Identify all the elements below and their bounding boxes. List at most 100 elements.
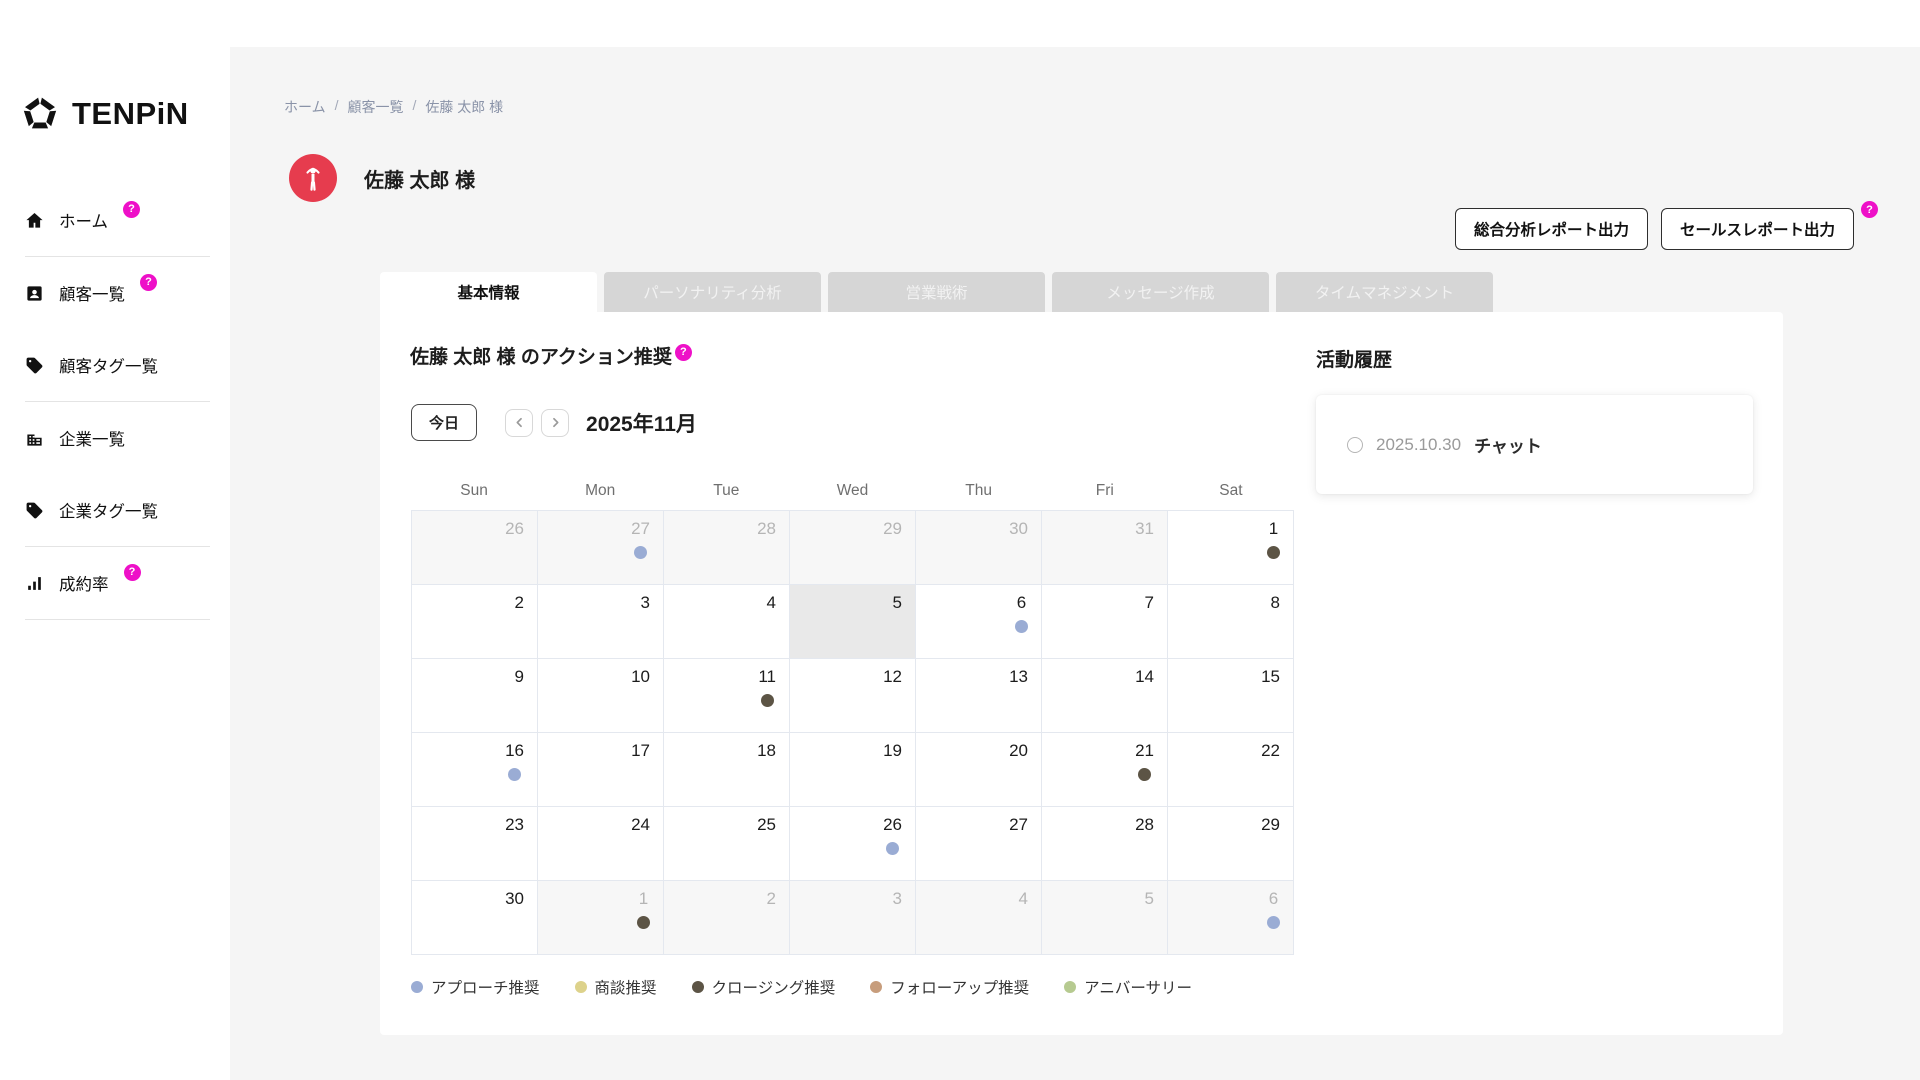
tag-icon bbox=[25, 356, 44, 375]
calendar-day-cell[interactable]: 2 bbox=[412, 585, 538, 659]
activity-list-item[interactable]: 2025.10.30チャット bbox=[1347, 432, 1729, 457]
calendar-day-cell[interactable]: 28 bbox=[1042, 807, 1168, 881]
calendar-day-cell[interactable]: 19 bbox=[790, 733, 916, 807]
brand-logo[interactable]: TENPiN bbox=[18, 92, 230, 136]
calendar-day-cell[interactable]: 8 bbox=[1168, 585, 1294, 659]
calendar-day-cell[interactable]: 15 bbox=[1168, 659, 1294, 733]
calendar-day-cell[interactable]: 26 bbox=[412, 511, 538, 585]
tab-パーソナリティ分析[interactable]: パーソナリティ分析 bbox=[604, 272, 821, 312]
calendar-day-cell[interactable]: 21 bbox=[1042, 733, 1168, 807]
help-badge-icon[interactable]: ? bbox=[1861, 201, 1878, 218]
day-content: 10 bbox=[631, 666, 650, 688]
calendar-day-cell[interactable]: 23 bbox=[412, 807, 538, 881]
day-number: 16 bbox=[505, 740, 524, 762]
report-export-button[interactable]: セールスレポート出力 bbox=[1661, 208, 1854, 250]
calendar-day-cell[interactable]: 30 bbox=[412, 881, 538, 955]
help-badge-icon[interactable]: ? bbox=[124, 564, 141, 581]
sidebar-item-bar-chart[interactable]: 成約率? bbox=[0, 547, 230, 619]
today-button[interactable]: 今日 bbox=[411, 404, 477, 441]
day-content: 18 bbox=[757, 740, 776, 762]
day-content: 3 bbox=[641, 592, 650, 614]
sidebar-item-id-card[interactable]: 顧客一覧? bbox=[0, 257, 230, 329]
chevron-left-icon bbox=[512, 415, 527, 430]
calendar-day-cell[interactable]: 7 bbox=[1042, 585, 1168, 659]
calendar-day-cell[interactable]: 27 bbox=[538, 511, 664, 585]
calendar-day-cell[interactable]: 6 bbox=[916, 585, 1042, 659]
weekday-label: Sun bbox=[411, 482, 537, 500]
calendar-day-cell[interactable]: 4 bbox=[916, 881, 1042, 955]
day-content: 3 bbox=[893, 888, 902, 910]
sidebar-item-home[interactable]: ホーム? bbox=[0, 184, 230, 256]
calendar-day-cell[interactable]: 3 bbox=[790, 881, 916, 955]
legend-item-anniversary: アニバーサリー bbox=[1064, 976, 1192, 998]
calendar-day-cell[interactable]: 5 bbox=[1042, 881, 1168, 955]
calendar-day-cell[interactable]: 30 bbox=[916, 511, 1042, 585]
day-content: 19 bbox=[883, 740, 902, 762]
day-content: 27 bbox=[1009, 814, 1028, 836]
calendar-day-cell[interactable]: 4 bbox=[664, 585, 790, 659]
day-number: 3 bbox=[893, 888, 902, 910]
calendar-day-cell[interactable]: 13 bbox=[916, 659, 1042, 733]
day-content: 29 bbox=[1261, 814, 1280, 836]
day-number: 1 bbox=[1269, 518, 1278, 540]
tab-タイムマネジメント[interactable]: タイムマネジメント bbox=[1276, 272, 1493, 312]
calendar-day-cell[interactable]: 29 bbox=[790, 511, 916, 585]
calendar-day-cell[interactable]: 5 bbox=[790, 585, 916, 659]
help-badge-icon[interactable]: ? bbox=[675, 344, 692, 361]
calendar-next-button[interactable] bbox=[541, 409, 569, 437]
calendar-day-cell[interactable]: 16 bbox=[412, 733, 538, 807]
calendar-day-cell[interactable]: 14 bbox=[1042, 659, 1168, 733]
sidebar-item-tag[interactable]: 企業タグ一覧 bbox=[0, 474, 230, 546]
sidebar-item-tag[interactable]: 顧客タグ一覧 bbox=[0, 329, 230, 401]
breadcrumb-item[interactable]: 顧客一覧 bbox=[347, 97, 403, 117]
calendar-day-cell[interactable]: 12 bbox=[790, 659, 916, 733]
calendar-day-cell[interactable]: 17 bbox=[538, 733, 664, 807]
calendar-day-cell[interactable]: 31 bbox=[1042, 511, 1168, 585]
calendar-day-cell[interactable]: 11 bbox=[664, 659, 790, 733]
day-number: 7 bbox=[1145, 592, 1154, 614]
activity-type: チャット bbox=[1474, 432, 1542, 457]
tab-営業戦術[interactable]: 営業戦術 bbox=[828, 272, 1045, 312]
tab-基本情報[interactable]: 基本情報 bbox=[380, 272, 597, 312]
activity-history-section: 活動履歴 2025.10.30チャット bbox=[1316, 345, 1753, 494]
calendar-day-cell[interactable]: 26 bbox=[790, 807, 916, 881]
calendar-day-cell[interactable]: 6 bbox=[1168, 881, 1294, 955]
day-content: 8 bbox=[1271, 592, 1280, 614]
day-content: 27 bbox=[631, 518, 650, 559]
calendar-day-cell[interactable]: 3 bbox=[538, 585, 664, 659]
calendar-day-cell[interactable]: 18 bbox=[664, 733, 790, 807]
calendar-prev-button[interactable] bbox=[505, 409, 533, 437]
calendar-day-cell[interactable]: 24 bbox=[538, 807, 664, 881]
page-title-customer-name: 佐藤 太郎 様 bbox=[364, 164, 475, 193]
day-content: 29 bbox=[883, 518, 902, 540]
help-badge-icon[interactable]: ? bbox=[140, 274, 157, 291]
breadcrumb-item[interactable]: ホーム bbox=[284, 97, 326, 117]
activity-history-title: 活動履歴 bbox=[1316, 345, 1753, 372]
calendar-day-cell[interactable]: 27 bbox=[916, 807, 1042, 881]
day-content: 13 bbox=[1009, 666, 1028, 688]
day-content: 6 bbox=[1267, 888, 1280, 929]
calendar-day-cell[interactable]: 29 bbox=[1168, 807, 1294, 881]
report-export-button[interactable]: 総合分析レポート出力 bbox=[1455, 208, 1648, 250]
day-content: 4 bbox=[1019, 888, 1028, 910]
calendar-day-cell[interactable]: 1 bbox=[538, 881, 664, 955]
day-number: 26 bbox=[505, 518, 524, 540]
sidebar-divider bbox=[25, 619, 210, 620]
calendar-day-cell[interactable]: 20 bbox=[916, 733, 1042, 807]
calendar-day-cell[interactable]: 22 bbox=[1168, 733, 1294, 807]
day-content: 22 bbox=[1261, 740, 1280, 762]
legend-label: アプローチ推奨 bbox=[431, 976, 540, 998]
sidebar-item-building[interactable]: 企業一覧 bbox=[0, 402, 230, 474]
day-content: 30 bbox=[505, 888, 524, 910]
calendar-day-cell[interactable]: 2 bbox=[664, 881, 790, 955]
calendar-day-cell[interactable]: 1 bbox=[1168, 511, 1294, 585]
calendar-day-cell[interactable]: 10 bbox=[538, 659, 664, 733]
bar-chart-icon bbox=[25, 574, 44, 593]
breadcrumb-separator: / bbox=[412, 97, 416, 117]
calendar-day-cell[interactable]: 25 bbox=[664, 807, 790, 881]
calendar-day-cell[interactable]: 28 bbox=[664, 511, 790, 585]
tab-メッセージ作成[interactable]: メッセージ作成 bbox=[1052, 272, 1269, 312]
help-badge-icon[interactable]: ? bbox=[123, 201, 140, 218]
calendar-day-cell[interactable]: 9 bbox=[412, 659, 538, 733]
approach-dot-icon bbox=[886, 842, 899, 855]
